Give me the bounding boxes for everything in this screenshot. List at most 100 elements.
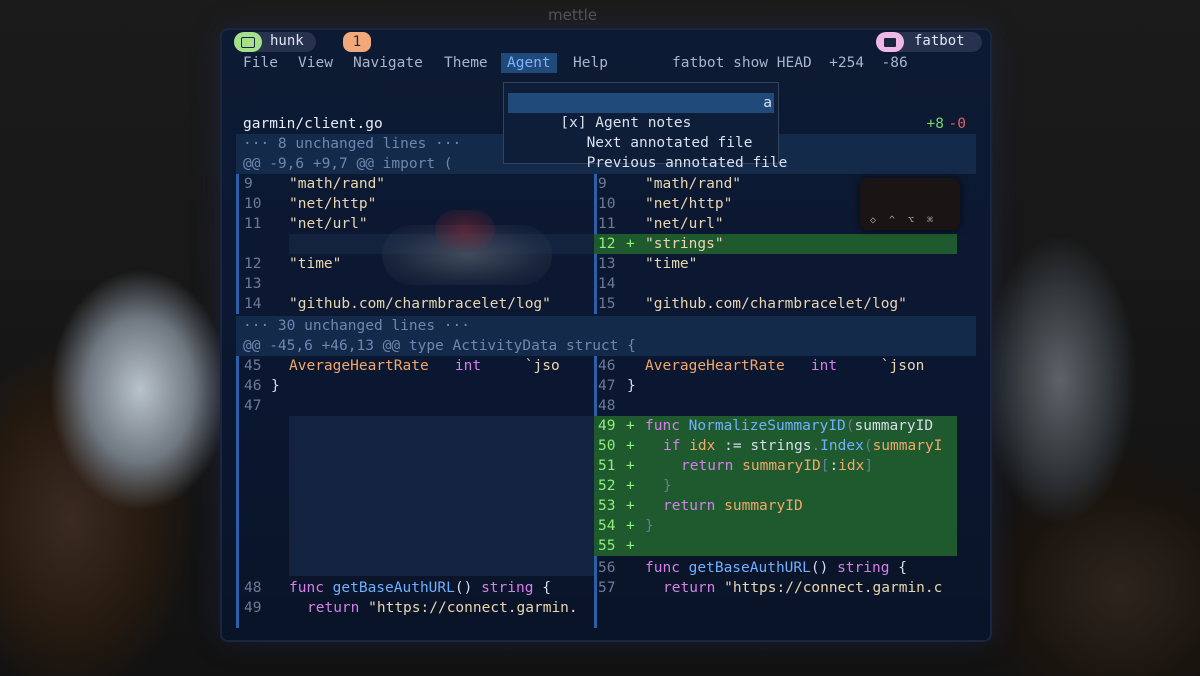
code-line: return "https://connect.garmin.c — [663, 580, 943, 596]
line-number: 48 — [244, 580, 262, 596]
add-marker: + — [626, 518, 635, 534]
added-line: 50 + if idx := strings.Index(summaryI — [594, 436, 957, 456]
code-line: } — [663, 478, 672, 494]
line-number: 57 — [598, 580, 616, 596]
added-line: 53 + return summaryID — [594, 496, 957, 516]
line-number: 51 — [598, 458, 616, 474]
commit-status: fatbot show HEAD +254 -86 — [672, 55, 908, 71]
previous-annotated-file-item[interactable]: Previous annotated file — [508, 133, 788, 171]
left-pane-hunk2-tail: 49 return "https://connect.garmin. — [236, 598, 594, 628]
added-line: 51 + return summaryID[:idx] — [594, 456, 957, 476]
line-number: 54 — [598, 518, 616, 534]
folder-icon — [876, 32, 904, 52]
line-number: 14 — [244, 296, 262, 312]
menu-item-label: Previous annotated file — [560, 155, 788, 171]
line-number: 9 — [244, 176, 253, 192]
line-number: 47 — [598, 378, 616, 394]
code-line: func getBaseAuthURL() string { — [289, 580, 551, 596]
modifier-keys-icon: ◇^⌥⌘ — [870, 215, 947, 226]
code-line: "net/url" — [289, 216, 368, 232]
code-line: } — [627, 378, 636, 394]
hunk-header[interactable]: @@ -45,6 +46,13 @@ type ActivityData str… — [236, 336, 976, 356]
code-line: return "https://connect.garmin. — [307, 600, 578, 616]
code-line: "net/http" — [289, 196, 377, 212]
tab-fatbot[interactable]: fatbot — [876, 32, 982, 52]
add-marker: + — [626, 538, 635, 554]
line-number: 56 — [598, 560, 616, 576]
line-number: 48 — [598, 398, 616, 414]
code-line: "strings" — [645, 236, 724, 252]
line-number: 10 — [244, 196, 262, 212]
line-number: 46 — [598, 358, 616, 374]
line-number: 50 — [598, 438, 616, 454]
added-line: 55 + — [594, 536, 957, 556]
add-marker: + — [626, 418, 635, 434]
add-marker: + — [626, 236, 635, 252]
background-mettle-text: mettle — [548, 6, 597, 24]
line-number: 11 — [244, 216, 262, 232]
menu-navigate[interactable]: Navigate — [349, 53, 427, 73]
next-annotated-file-item[interactable]: Next annotated file — [508, 113, 774, 151]
code-line: func getBaseAuthURL() string { — [645, 560, 907, 576]
menu-theme[interactable]: Theme — [440, 53, 492, 73]
line-number: 49 — [244, 600, 262, 616]
tab-hunk[interactable]: hunk — [234, 32, 316, 52]
code-line: "time" — [289, 256, 342, 272]
menu-file[interactable]: File — [239, 53, 282, 73]
line-number: 55 — [598, 538, 616, 554]
unchanged-lines-collapse[interactable]: ··· 30 unchanged lines ··· — [236, 316, 976, 336]
blurred-overlay-red — [435, 210, 495, 250]
file-additions: +8 — [926, 116, 944, 132]
line-number: 12 — [244, 256, 262, 272]
code-line: "math/rand" — [645, 176, 742, 192]
code-line: "net/url" — [645, 216, 724, 232]
code-line: if idx := strings.Index(summaryI — [663, 438, 943, 454]
tab-count-badge[interactable]: 1 — [343, 32, 371, 52]
menu-help[interactable]: Help — [569, 53, 612, 73]
line-number: 15 — [598, 296, 616, 312]
code-line: func NormalizeSummaryID(summaryID — [645, 418, 934, 434]
tab-fatbot-label: fatbot — [914, 33, 965, 49]
file-name: garmin/client.go — [243, 116, 383, 132]
terminal-icon — [234, 32, 262, 52]
code-line: AverageHeartRate int `json — [645, 358, 925, 374]
shortcut-key: a — [763, 95, 772, 111]
mini-window[interactable]: ◇^⌥⌘ — [860, 178, 960, 230]
menu-bar: File View Navigate Theme Agent Help fatb… — [222, 52, 990, 73]
added-line: 12 + "strings" — [594, 234, 957, 254]
code-line: return summaryID — [663, 498, 803, 514]
line-number: 46 — [244, 378, 262, 394]
line-number: 53 — [598, 498, 616, 514]
code-line: "net/http" — [645, 196, 733, 212]
tab-hunk-label: hunk — [270, 33, 304, 49]
code-line: AverageHeartRate int `jso — [289, 358, 560, 374]
empty-placeholder-block — [289, 416, 594, 576]
add-marker: + — [626, 438, 635, 454]
add-marker: + — [626, 458, 635, 474]
line-number: 12 — [598, 236, 616, 252]
agent-notes-item[interactable]: [x] Agent notes a — [508, 93, 774, 131]
code-line: "github.com/charmbracelet/log" — [289, 296, 551, 312]
menu-view[interactable]: View — [294, 53, 337, 73]
added-line: 52 +} — [594, 476, 957, 496]
code-line: } — [645, 518, 654, 534]
add-marker: + — [626, 498, 635, 514]
right-pane-hunk2: 46 AverageHeartRate int `json 47} 48 49 + f… — [594, 356, 957, 628]
line-number: 9 — [598, 176, 607, 192]
file-deletions: -0 — [948, 116, 966, 132]
added-line: 54 +} — [594, 516, 957, 536]
code-line: "time" — [645, 256, 698, 272]
code-line: "github.com/charmbracelet/log" — [645, 296, 907, 312]
line-number: 52 — [598, 478, 616, 494]
menu-agent[interactable]: Agent — [501, 53, 557, 73]
terminal-window: hunk 1 fatbot File View Navigate Theme A… — [222, 30, 990, 640]
code-line: "math/rand" — [289, 176, 386, 192]
code-line: } — [271, 378, 280, 394]
line-number: 47 — [244, 398, 262, 414]
line-number: 10 — [598, 196, 616, 212]
add-marker: + — [626, 478, 635, 494]
line-number: 14 — [598, 276, 616, 292]
code-line: return summaryID[:idx] — [681, 458, 874, 474]
line-number: 13 — [598, 256, 616, 272]
line-number: 11 — [598, 216, 616, 232]
